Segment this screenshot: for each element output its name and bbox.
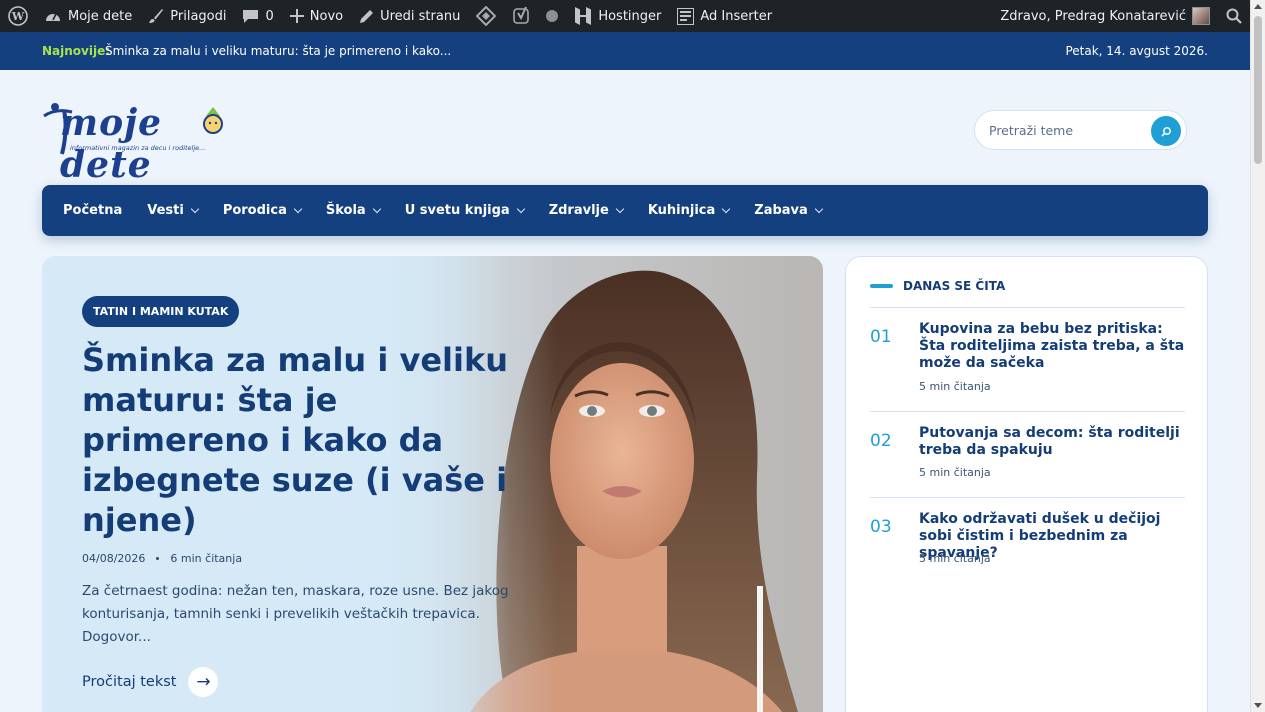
item-read-time: 5 min čitanja — [919, 552, 991, 565]
nav-item-label: Početna — [63, 203, 123, 218]
nav-item-label: Porodica — [222, 203, 287, 218]
nav-item-kuhinjica[interactable]: Kuhinjica — [647, 203, 731, 218]
item-number: 01 — [870, 327, 892, 347]
item-title[interactable]: Kupovina za bebu bez pritiska: Šta rodit… — [919, 321, 1187, 372]
admin-site-link[interactable]: Moje dete — [36, 0, 140, 32]
wordpress-logo-icon[interactable]: W — [0, 0, 36, 32]
nav-item-label: Zabava — [754, 203, 808, 218]
ticker-date: Petak, 14. avgust 2026. — [1065, 44, 1208, 58]
admin-comments-count: 0 — [265, 8, 274, 24]
arrow-right-icon: → — [188, 667, 219, 697]
scroll-down-arrow-icon[interactable] — [1254, 703, 1262, 708]
admin-customize-label: Prilagodi — [170, 8, 227, 24]
admin-account-menu[interactable]: Zdravo, Predrag Konatarević — [992, 0, 1218, 32]
nav-item-zabava[interactable]: Zabava — [754, 203, 824, 218]
nav-item-label: U svetu knjiga — [404, 203, 510, 218]
item-number: 03 — [870, 517, 892, 537]
admin-greeting: Zdravo, Predrag Konatarević — [1000, 8, 1186, 24]
meta-separator — [156, 557, 160, 560]
read-more-label: Pročitaj tekst — [82, 674, 177, 690]
seo-status-dot — [546, 10, 559, 22]
search-form — [974, 110, 1187, 150]
admin-hostinger-link[interactable]: Hostinger — [566, 0, 669, 32]
featured-title[interactable]: Šminka za malu i veliku maturu: šta je p… — [82, 340, 522, 540]
nav-item-pocetna[interactable]: Početna — [63, 203, 122, 218]
page-scrollbar[interactable] — [1250, 0, 1265, 712]
item-title[interactable]: Putovanja sa decom: šta roditelji treba … — [919, 425, 1187, 459]
brush-icon — [148, 8, 164, 24]
chevron-down-icon — [722, 204, 731, 213]
nav-item-zdravlje[interactable]: Zdravlje — [548, 203, 625, 218]
admin-customize-link[interactable]: Prilagodi — [140, 0, 234, 32]
admin-bar: W Moje dete Prilagodi 0 Novo Uredi stran… — [0, 0, 1250, 32]
nav-item-porodica[interactable]: Porodica — [222, 203, 303, 218]
admin-hostinger-label: Hostinger — [598, 8, 662, 24]
featured-excerpt: Za četrnaest godina: nežan ten, maskara,… — [82, 583, 509, 645]
search-icon — [1160, 126, 1171, 137]
featured-read-time: 6 min čitanja — [170, 552, 243, 565]
ad-inserter-icon — [677, 7, 695, 25]
widget-heading: DANAS SE ČITA — [870, 279, 1005, 293]
svg-text:W: W — [11, 10, 25, 23]
nav-item-vesti[interactable]: Vesti — [147, 203, 200, 218]
admin-site-name: Moje dete — [68, 8, 133, 24]
read-more-link[interactable]: Pročitaj tekst → — [82, 667, 219, 697]
plus-icon — [289, 9, 304, 23]
chevron-down-icon — [293, 204, 303, 213]
ticker-label: Najnovije: — [42, 44, 111, 58]
chevron-down-icon — [516, 204, 525, 213]
admin-ad-inserter-link[interactable]: Ad Inserter — [669, 0, 780, 32]
ticker-headline[interactable]: Šminka za malu i veliku maturu: šta je p… — [105, 44, 451, 58]
popular-today-widget: DANAS SE ČITA 01 Kupovina za bebu bez pr… — [845, 256, 1208, 712]
divider — [870, 411, 1185, 412]
child-face-icon — [203, 107, 223, 134]
admin-search-icon[interactable] — [1218, 0, 1250, 32]
latest-news-ticker: Najnovije: Šminka za malu i veliku matur… — [0, 32, 1250, 70]
admin-new-link[interactable]: Novo — [282, 0, 351, 32]
nav-item-label: Vesti — [147, 203, 184, 218]
diamond-plugin-icon[interactable] — [468, 0, 504, 32]
scroll-thumb[interactable] — [1254, 16, 1262, 164]
nav-item-u-svetu-knjiga[interactable]: U svetu knjiga — [404, 203, 525, 218]
nav-item-label: Zdravlje — [548, 203, 609, 218]
chevron-down-icon — [615, 204, 625, 213]
item-read-time: 5 min čitanja — [919, 380, 991, 393]
nav-item-label: Kuhinjica — [647, 203, 716, 218]
admin-edit-page-label: Uredi stranu — [380, 8, 461, 24]
divider — [870, 497, 1185, 498]
widget-title: DANAS SE ČITA — [903, 279, 1006, 293]
dashboard-icon — [44, 8, 62, 24]
admin-edit-page-link[interactable]: Uredi stranu — [351, 0, 468, 32]
yoast-seo-icon[interactable] — [504, 0, 566, 32]
featured-article: TATIN I MAMIN KUTAK Šminka za malu i vel… — [42, 256, 823, 712]
featured-date: 04/08/2026 — [82, 552, 146, 565]
item-number: 02 — [870, 431, 892, 451]
featured-meta: 04/08/2026 6 min čitanja — [82, 552, 242, 565]
nav-item-label: Škola — [325, 203, 366, 218]
admin-ad-inserter-label: Ad Inserter — [700, 8, 773, 24]
scroll-up-arrow-icon[interactable] — [1254, 4, 1262, 9]
chevron-down-icon — [190, 204, 200, 213]
chevron-down-icon — [372, 204, 381, 213]
logo-tagline: informativni magazin za decu i roditelje… — [70, 144, 206, 152]
avatar — [1192, 7, 1210, 25]
divider — [870, 307, 1185, 308]
search-input[interactable] — [989, 119, 1139, 141]
admin-comments-link[interactable]: 0 — [234, 0, 281, 32]
nav-item-skola[interactable]: Škola — [325, 203, 381, 218]
main-navigation: Početna Vesti Porodica Škola U svetu knj… — [42, 185, 1208, 236]
item-read-time: 5 min čitanja — [919, 466, 991, 479]
admin-new-label: Novo — [309, 8, 344, 24]
comment-icon — [242, 8, 259, 24]
site-logo[interactable]: moje dete informativni magazin za decu i… — [42, 100, 262, 186]
search-button[interactable] — [1151, 116, 1181, 146]
chevron-down-icon — [814, 204, 824, 213]
heading-accent-bar — [870, 284, 893, 288]
pencil-icon — [359, 9, 374, 24]
hostinger-icon — [574, 6, 592, 26]
category-badge[interactable]: TATIN I MAMIN KUTAK — [82, 296, 240, 327]
